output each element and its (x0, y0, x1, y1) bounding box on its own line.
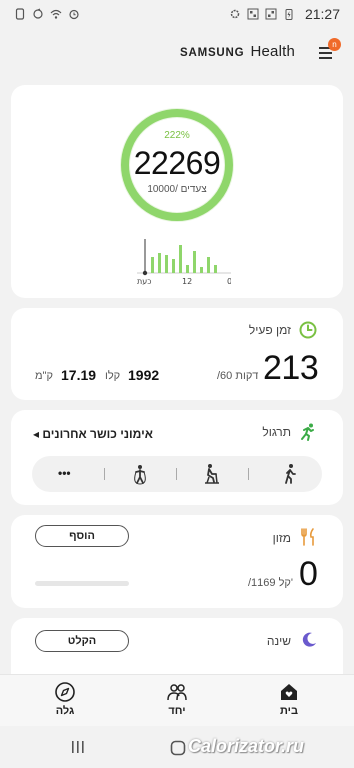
distance-value: 17.19 (61, 367, 97, 383)
qr-icon (265, 8, 277, 20)
sync-icon (33, 8, 43, 19)
status-left (14, 8, 80, 20)
menu-button[interactable]: n (316, 38, 341, 64)
exercise-shortcuts: ••• (32, 456, 322, 492)
bottom-nav: גלה יחד בית (0, 674, 354, 726)
exercise-card[interactable]: תרגול ◂ אימוני כושר אחרונים ••• (11, 410, 343, 505)
nav-together[interactable]: יחד (147, 681, 207, 723)
chart-now-dot (142, 270, 148, 276)
food-title: מזון (272, 531, 291, 545)
active-minutes: 213 (263, 349, 319, 387)
app-bar: SAMSUNG Health n (0, 30, 354, 72)
fork-knife-icon (301, 528, 314, 546)
home-heart-icon (281, 684, 297, 700)
distance-unit: ק"מ (35, 370, 53, 382)
compass-icon (55, 682, 75, 702)
nav-home-label: בית (279, 705, 299, 717)
chart-label-start: 0 (227, 277, 231, 285)
food-progress-bar (35, 581, 129, 586)
brand-samsung: SAMSUNG (180, 47, 245, 59)
charging-battery-icon (285, 9, 293, 20)
sleep-title: שינה (266, 634, 291, 648)
chart-label-now: כעת (137, 277, 152, 285)
more-icon[interactable]: ••• (58, 466, 82, 490)
steps-goal: צעדים /10000 (147, 184, 207, 195)
chart-bar (151, 257, 154, 273)
jump-rope-icon[interactable] (128, 462, 152, 486)
active-time-icon (299, 321, 317, 339)
recent-workouts-label: אימוני כושר אחרונים (42, 427, 153, 441)
wifi-icon (50, 9, 62, 19)
qr-icon (247, 8, 259, 20)
active-time-card[interactable]: זמן פעיל 213 /60 דקות 1992 קלו 17.19 ק"מ (11, 308, 343, 400)
menu-icon-line (319, 52, 332, 54)
chart-bar (158, 253, 161, 273)
running-icon (301, 423, 314, 441)
active-time-title: זמן פעיל (248, 323, 291, 337)
divider (248, 468, 249, 480)
chart-bar (172, 259, 175, 273)
home-button-icon[interactable] (170, 740, 186, 756)
food-goal: /1169 קל' (248, 577, 294, 589)
brand-health: Health (250, 43, 296, 60)
alarm-icon (69, 9, 79, 20)
food-card[interactable]: מזון הוסף 0 /1169 קל' (11, 515, 343, 608)
calories-value: 1992 (128, 367, 160, 383)
people-icon (167, 684, 187, 701)
notification-badge: n (328, 38, 341, 51)
exercise-title: תרגול (262, 425, 291, 439)
chart-bar (207, 257, 210, 273)
caret-left-icon: ◂ (33, 427, 40, 441)
food-calories: 0 (299, 555, 318, 593)
recent-apps-icon[interactable] (70, 740, 86, 754)
cycling-icon[interactable] (200, 462, 224, 486)
chart-label-mid: 12 (182, 277, 192, 285)
chart-bar (214, 265, 217, 273)
calories-unit: קלו (105, 370, 121, 382)
menu-icon-line (319, 57, 332, 59)
status-right: 21:27 (229, 6, 340, 22)
add-food-button[interactable]: הוסף (35, 525, 129, 547)
status-bar: 21:27 (0, 0, 354, 28)
phone-icon (15, 8, 25, 20)
status-time: 21:27 (304, 6, 340, 22)
walking-icon[interactable] (278, 462, 302, 486)
steps-count: 22269 (133, 145, 221, 181)
chart-bar (165, 255, 168, 273)
divider (176, 468, 177, 480)
steps-percent: 222% (164, 130, 190, 141)
watermark: Calorizator.ru (188, 736, 305, 756)
nav-discover-label: גלה (55, 705, 75, 717)
moon-icon (302, 632, 316, 647)
settings-icon (230, 9, 240, 19)
nav-together-label: יחד (168, 705, 186, 717)
app-logo: SAMSUNG Health (180, 43, 295, 60)
nav-discover[interactable]: גלה (35, 681, 95, 723)
divider (104, 468, 105, 480)
steps-card[interactable]: 222% 22269 צעדים /10000 כעת 12 0 (11, 85, 343, 298)
chart-bar (186, 265, 189, 273)
recent-workouts-selector[interactable]: ◂ אימוני כושר אחרונים (33, 427, 153, 441)
record-sleep-button[interactable]: הקלט (35, 630, 129, 652)
chart-bar (200, 267, 203, 273)
chart-bar (179, 245, 182, 273)
chart-bar (193, 251, 196, 273)
nav-home[interactable]: בית (259, 681, 319, 723)
steps-hourly-chart: כעת 12 0 (137, 239, 231, 285)
active-goal: /60 דקות (217, 370, 259, 382)
